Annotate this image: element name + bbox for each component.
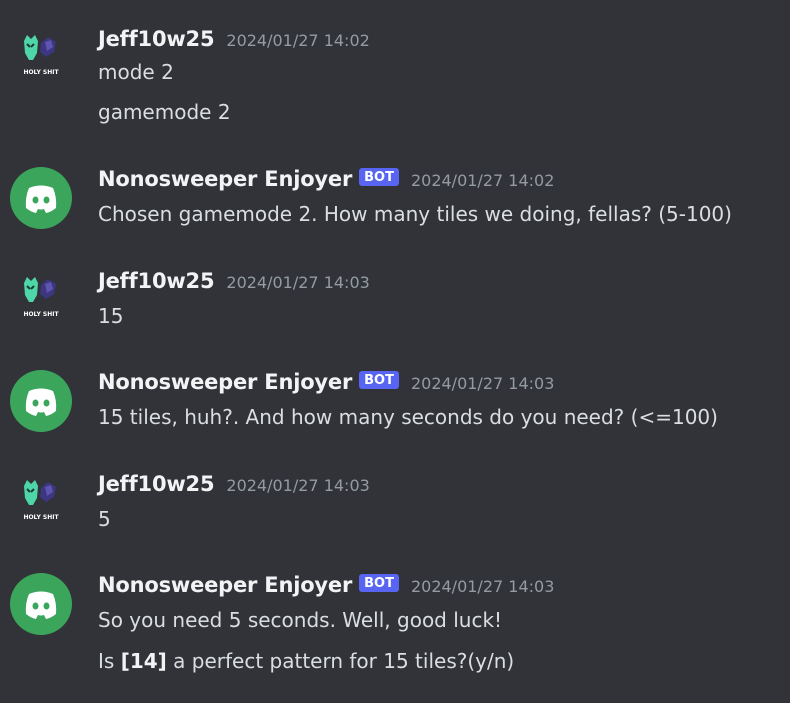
discord-logo-icon[interactable] bbox=[10, 167, 72, 229]
bot-badge: BOT bbox=[359, 371, 399, 389]
svg-text:HOLY SHIT: HOLY SHIT bbox=[23, 69, 59, 76]
timestamp[interactable]: 2024/01/27 14:03 bbox=[411, 577, 554, 596]
message-text: 15 bbox=[98, 304, 124, 328]
username[interactable]: Jeff10w25 bbox=[98, 27, 215, 51]
bot-badge: BOT bbox=[359, 574, 399, 592]
discord-logo-icon[interactable] bbox=[10, 573, 72, 635]
timestamp[interactable]: 2024/01/27 14:03 bbox=[226, 476, 369, 495]
discord-logo-icon[interactable] bbox=[10, 370, 72, 432]
anime-skull-avatar-icon[interactable]: HOLY SHIT bbox=[10, 27, 72, 89]
message-text: Is [14] a perfect pattern for 15 tiles?(… bbox=[98, 649, 514, 673]
message-text: mode 2 bbox=[98, 60, 174, 84]
message-text: So you need 5 seconds. Well, good luck! bbox=[98, 608, 503, 632]
username[interactable]: Jeff10w25 bbox=[98, 269, 215, 293]
timestamp[interactable]: 2024/01/27 14:03 bbox=[411, 374, 554, 393]
chat-messages: HOLY SHIT Jeff10w25 2024/01/27 14:02 mod… bbox=[0, 0, 790, 703]
svg-text:HOLY SHIT: HOLY SHIT bbox=[23, 311, 59, 318]
timestamp[interactable]: 2024/01/27 14:03 bbox=[226, 273, 369, 292]
anime-skull-avatar-icon[interactable]: HOLY SHIT bbox=[10, 472, 72, 534]
username[interactable]: Nonosweeper Enjoyer bbox=[98, 167, 352, 191]
anime-skull-avatar-icon[interactable]: HOLY SHIT bbox=[10, 269, 72, 331]
svg-text:HOLY SHIT: HOLY SHIT bbox=[23, 514, 59, 521]
timestamp[interactable]: 2024/01/27 14:02 bbox=[411, 171, 554, 190]
message-text: 15 tiles, huh?. And how many seconds do … bbox=[98, 405, 718, 429]
question-text-before: Is bbox=[98, 649, 121, 673]
message-text: Chosen gamemode 2. How many tiles we doi… bbox=[98, 202, 732, 226]
bot-badge: BOT bbox=[359, 168, 399, 186]
message-text: gamemode 2 bbox=[98, 100, 231, 124]
question-text-after: a perfect pattern for 15 tiles?(y/n) bbox=[166, 649, 515, 673]
message-text: 5 bbox=[98, 507, 111, 531]
username[interactable]: Nonosweeper Enjoyer bbox=[98, 573, 352, 597]
username[interactable]: Nonosweeper Enjoyer bbox=[98, 370, 352, 394]
pattern-value: [14] bbox=[120, 649, 167, 673]
timestamp[interactable]: 2024/01/27 14:02 bbox=[226, 31, 369, 50]
username[interactable]: Jeff10w25 bbox=[98, 472, 215, 496]
